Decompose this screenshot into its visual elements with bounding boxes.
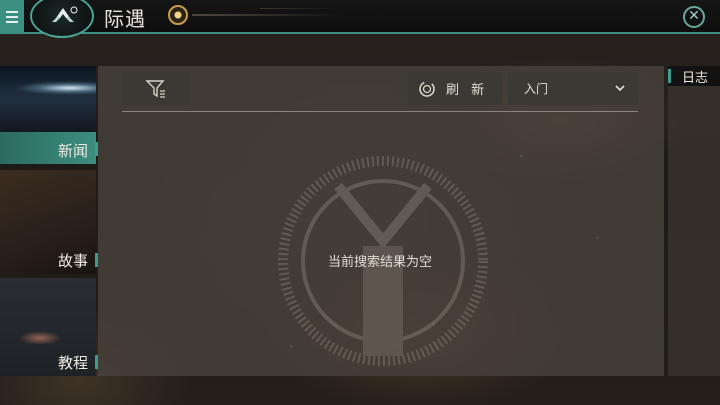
hamburger-icon (6, 11, 18, 13)
top-bar: 际遇 ✕ (0, 0, 720, 38)
sidebar-item-tutorial[interactable]: 教程 (0, 278, 98, 376)
orb-icon (168, 5, 188, 25)
refresh-button[interactable]: 刷 新 (408, 72, 502, 105)
category-dropdown[interactable]: 入门 (508, 72, 638, 105)
filter-icon (145, 79, 165, 98)
sidebar-item-label: 新闻 (57, 142, 88, 160)
page-title: 际遇 (104, 7, 146, 31)
log-panel[interactable] (668, 66, 720, 376)
log-label: 日志 (682, 71, 709, 86)
dropdown-value: 入门 (524, 82, 549, 96)
ship-logo-icon[interactable] (30, 0, 94, 38)
empty-result-message: 当前搜索结果为空 (327, 255, 432, 270)
refresh-icon (419, 80, 435, 97)
toolbar-divider (122, 111, 638, 112)
log-indicator (668, 69, 671, 83)
chevron-down-icon (615, 85, 625, 92)
close-button[interactable]: ✕ (683, 6, 705, 28)
sidebar-item-label: 故事 (57, 252, 88, 270)
menu-button[interactable] (0, 0, 24, 34)
sidebar-item-label: 教程 (57, 354, 88, 372)
filter-button[interactable] (122, 72, 190, 105)
close-icon: ✕ (688, 8, 700, 24)
sidebar: 新闻 故事 教程 (0, 66, 98, 376)
sidebar-item-news[interactable]: 新闻 (0, 66, 98, 164)
news-thumbnail (0, 66, 96, 132)
refresh-label: 刷 新 (446, 83, 489, 98)
sidebar-item-story[interactable]: 故事 (0, 170, 98, 274)
